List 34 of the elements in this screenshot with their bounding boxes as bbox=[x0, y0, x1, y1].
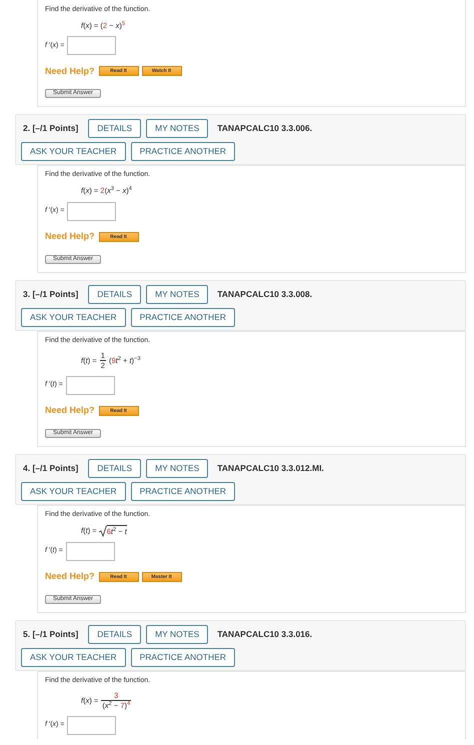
answer-field[interactable] bbox=[66, 542, 115, 560]
need-help-label: Need Help? bbox=[45, 404, 95, 417]
header-button[interactable]: MY NOTES bbox=[146, 119, 208, 138]
need-help-label: Need Help? bbox=[45, 570, 95, 583]
question-code: TANAPCALC10 3.3.006. bbox=[217, 122, 312, 136]
action-button[interactable]: ASK YOUR TEACHER bbox=[21, 142, 126, 162]
answer-field[interactable] bbox=[67, 716, 116, 734]
header-button[interactable]: DETAILS bbox=[88, 624, 142, 644]
header-button[interactable]: DETAILS bbox=[88, 458, 142, 478]
action-button[interactable]: ASK YOUR TEACHER bbox=[21, 308, 126, 326]
action-button[interactable]: PRACTICE ANOTHER bbox=[130, 142, 236, 162]
header-button[interactable]: MY NOTES bbox=[146, 458, 208, 478]
action-button[interactable]: PRACTICE ANOTHER bbox=[130, 482, 236, 500]
question-points: 2. [–/1 Points] bbox=[23, 122, 78, 136]
need-help-label: Need Help? bbox=[45, 64, 95, 78]
radical-icon bbox=[98, 524, 107, 536]
question-points: 4. [–/1 Points] bbox=[23, 462, 78, 474]
header-button[interactable]: DETAILS bbox=[88, 119, 142, 138]
question-points: 5. [–/1 Points] bbox=[23, 628, 78, 640]
action-button[interactable]: PRACTICE ANOTHER bbox=[130, 648, 236, 666]
action-button[interactable]: PRACTICE ANOTHER bbox=[130, 308, 236, 326]
answer-field[interactable] bbox=[67, 202, 116, 220]
header-button[interactable]: MY NOTES bbox=[146, 284, 208, 304]
need-help-label: Need Help? bbox=[45, 230, 95, 243]
answer-field[interactable] bbox=[66, 376, 115, 394]
question-code: TANAPCALC10 3.3.008. bbox=[217, 288, 312, 300]
header-button[interactable]: DETAILS bbox=[88, 284, 142, 304]
action-button[interactable]: ASK YOUR TEACHER bbox=[21, 482, 126, 500]
question-points: 3. [–/1 Points] bbox=[23, 288, 78, 300]
header-button[interactable]: MY NOTES bbox=[146, 624, 208, 644]
action-button[interactable]: ASK YOUR TEACHER bbox=[21, 648, 126, 666]
question-code: TANAPCALC10 3.3.012.MI. bbox=[217, 462, 324, 474]
answer-field[interactable] bbox=[67, 36, 116, 56]
question-code: TANAPCALC10 3.3.016. bbox=[217, 628, 312, 640]
